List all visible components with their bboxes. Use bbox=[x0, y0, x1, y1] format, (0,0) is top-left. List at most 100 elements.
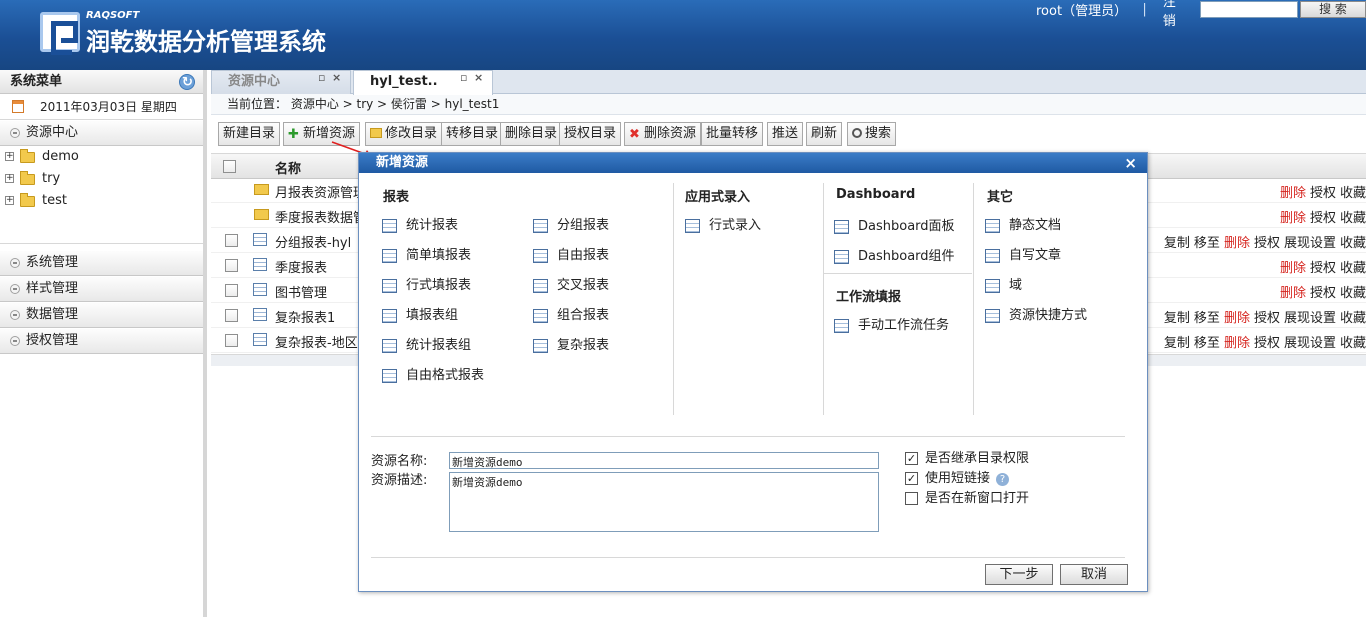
accordion-data[interactable]: 数据管理 bbox=[0, 302, 203, 328]
search-button[interactable]: 搜 索 bbox=[1299, 1, 1366, 18]
row-action-link[interactable]: 复制 bbox=[1164, 236, 1190, 251]
expand-icon[interactable]: + bbox=[5, 196, 14, 205]
refresh-icon[interactable] bbox=[179, 71, 195, 95]
dashboard-component-item[interactable]: Dashboard组件 bbox=[834, 248, 955, 266]
report-type-item[interactable]: 填报表组 bbox=[382, 307, 458, 325]
article-item[interactable]: 自写文章 bbox=[985, 247, 1061, 265]
row-action-link[interactable]: 删除 bbox=[1280, 261, 1306, 276]
tab-resource-center[interactable]: 资源中心 ▫ × bbox=[211, 70, 351, 94]
accordion-style[interactable]: 样式管理 bbox=[0, 276, 203, 302]
row-action-link[interactable]: 展现设置 bbox=[1284, 336, 1336, 351]
tab-close-icon[interactable]: × bbox=[332, 67, 341, 89]
row-action-link[interactable]: 授权 bbox=[1254, 311, 1280, 326]
accordion-resource-center[interactable]: 资源中心 bbox=[0, 120, 203, 146]
row-action-link[interactable]: 收藏 bbox=[1340, 211, 1366, 226]
report-type-item[interactable]: 简单填报表 bbox=[382, 247, 471, 265]
tab-restore-icon[interactable]: ▫ bbox=[318, 67, 325, 89]
row-action-link[interactable]: 授权 bbox=[1310, 211, 1336, 226]
tree-item-demo[interactable]: + demo bbox=[0, 146, 203, 168]
row-action-link[interactable]: 删除 bbox=[1224, 236, 1250, 251]
row-action-link[interactable]: 授权 bbox=[1310, 286, 1336, 301]
static-doc-item[interactable]: 静态文档 bbox=[985, 217, 1061, 235]
row-entry-item[interactable]: 行式录入 bbox=[685, 217, 761, 235]
row-action-link[interactable]: 移至 bbox=[1194, 336, 1220, 351]
shortcut-item[interactable]: 资源快捷方式 bbox=[985, 307, 1087, 325]
delete-resource-button[interactable]: ✖ 删除资源 bbox=[624, 122, 702, 146]
row-action-link[interactable]: 收藏 bbox=[1340, 311, 1366, 326]
row-name[interactable]: 月报表资源管理 bbox=[275, 182, 366, 201]
row-name[interactable]: 图书管理 bbox=[275, 282, 327, 301]
dashboard-panel-item[interactable]: Dashboard面板 bbox=[834, 218, 955, 236]
resource-name-input[interactable]: 新增资源demo bbox=[449, 452, 879, 469]
checkbox[interactable]: ✓ bbox=[905, 472, 918, 485]
report-type-item[interactable]: 交叉报表 bbox=[533, 277, 609, 295]
row-action-link[interactable]: 复制 bbox=[1164, 311, 1190, 326]
row-action-link[interactable]: 展现设置 bbox=[1284, 311, 1336, 326]
row-checkbox[interactable] bbox=[225, 284, 238, 297]
row-action-link[interactable]: 收藏 bbox=[1340, 261, 1366, 276]
column-name-header[interactable]: 名称 bbox=[275, 158, 301, 177]
checkbox[interactable]: ✓ bbox=[905, 452, 918, 465]
row-action-link[interactable]: 收藏 bbox=[1340, 286, 1366, 301]
expand-icon[interactable]: + bbox=[5, 174, 14, 183]
row-action-link[interactable]: 复制 bbox=[1164, 336, 1190, 351]
row-name[interactable]: 复杂报表-地区 bbox=[275, 332, 358, 351]
new-directory-button[interactable]: 新建目录 bbox=[218, 122, 281, 146]
row-action-link[interactable]: 授权 bbox=[1310, 186, 1336, 201]
row-action-link[interactable]: 删除 bbox=[1224, 311, 1250, 326]
row-name[interactable]: 季度报表数据管 bbox=[275, 207, 366, 226]
resource-desc-textarea[interactable]: 新增资源demo bbox=[449, 472, 879, 532]
row-action-link[interactable]: 删除 bbox=[1280, 286, 1306, 301]
report-type-item[interactable]: 行式填报表 bbox=[382, 277, 471, 295]
row-checkbox[interactable] bbox=[225, 334, 238, 347]
cancel-button[interactable]: 取消 bbox=[1060, 564, 1128, 585]
tab-hyl-test[interactable]: hyl_test.. ▫ × bbox=[353, 70, 493, 95]
row-checkbox[interactable] bbox=[225, 234, 238, 247]
select-all-checkbox[interactable] bbox=[223, 160, 236, 173]
row-name[interactable]: 复杂报表1 bbox=[275, 307, 335, 326]
logout-link[interactable]: 注销 bbox=[1157, 0, 1200, 29]
report-type-item[interactable]: 自由报表 bbox=[533, 247, 609, 265]
short-link-checkbox[interactable]: ✓ 使用短链接? bbox=[905, 471, 1010, 487]
batch-move-button[interactable]: 批量转移 bbox=[701, 122, 764, 146]
search-resource-button[interactable]: 搜索 bbox=[847, 122, 897, 146]
refresh-button[interactable]: 刷新 bbox=[806, 122, 843, 146]
next-button[interactable]: 下一步 bbox=[985, 564, 1053, 585]
row-action-link[interactable]: 收藏 bbox=[1340, 336, 1366, 351]
new-window-checkbox[interactable]: 是否在新窗口打开 bbox=[905, 491, 1029, 507]
tab-restore-icon[interactable]: ▫ bbox=[460, 67, 467, 89]
accordion-auth[interactable]: 授权管理 bbox=[0, 328, 203, 354]
expand-icon[interactable]: + bbox=[5, 152, 14, 161]
row-action-link[interactable]: 授权 bbox=[1254, 336, 1280, 351]
row-action-link[interactable]: 删除 bbox=[1224, 336, 1250, 351]
report-type-item[interactable]: 组合报表 bbox=[533, 307, 609, 325]
inherit-permission-checkbox[interactable]: ✓ 是否继承目录权限 bbox=[905, 451, 1029, 467]
row-checkbox[interactable] bbox=[225, 309, 238, 322]
tree-item-test[interactable]: + test bbox=[0, 190, 203, 212]
edit-directory-button[interactable]: 修改目录 bbox=[365, 122, 443, 146]
report-type-item[interactable]: 自由格式报表 bbox=[382, 367, 484, 385]
checkbox[interactable] bbox=[905, 492, 918, 505]
row-name[interactable]: 分组报表-hyl bbox=[275, 232, 351, 251]
row-name[interactable]: 季度报表 bbox=[275, 257, 327, 276]
search-input[interactable] bbox=[1199, 1, 1298, 18]
row-action-link[interactable]: 移至 bbox=[1194, 311, 1220, 326]
manual-workflow-item[interactable]: 手动工作流任务 bbox=[834, 317, 949, 335]
report-type-item[interactable]: 复杂报表 bbox=[533, 337, 609, 355]
row-action-link[interactable]: 展现设置 bbox=[1284, 236, 1336, 251]
row-action-link[interactable]: 授权 bbox=[1254, 236, 1280, 251]
row-action-link[interactable]: 收藏 bbox=[1340, 236, 1366, 251]
help-icon[interactable]: ? bbox=[996, 473, 1010, 486]
row-action-link[interactable]: 授权 bbox=[1310, 261, 1336, 276]
delete-directory-button[interactable]: 删除目录 bbox=[500, 122, 563, 146]
tree-item-try[interactable]: + try bbox=[0, 168, 203, 190]
accordion-system[interactable]: 系统管理 bbox=[0, 250, 203, 276]
move-directory-button[interactable]: 转移目录 bbox=[441, 122, 504, 146]
report-type-item[interactable]: 分组报表 bbox=[533, 217, 609, 235]
row-action-link[interactable]: 删除 bbox=[1280, 186, 1306, 201]
tab-close-icon[interactable]: × bbox=[474, 67, 483, 89]
report-type-item[interactable]: 统计报表组 bbox=[382, 337, 471, 355]
domain-item[interactable]: 域 bbox=[985, 277, 1022, 295]
authorize-directory-button[interactable]: 授权目录 bbox=[559, 122, 622, 146]
report-type-item[interactable]: 统计报表 bbox=[382, 217, 458, 235]
